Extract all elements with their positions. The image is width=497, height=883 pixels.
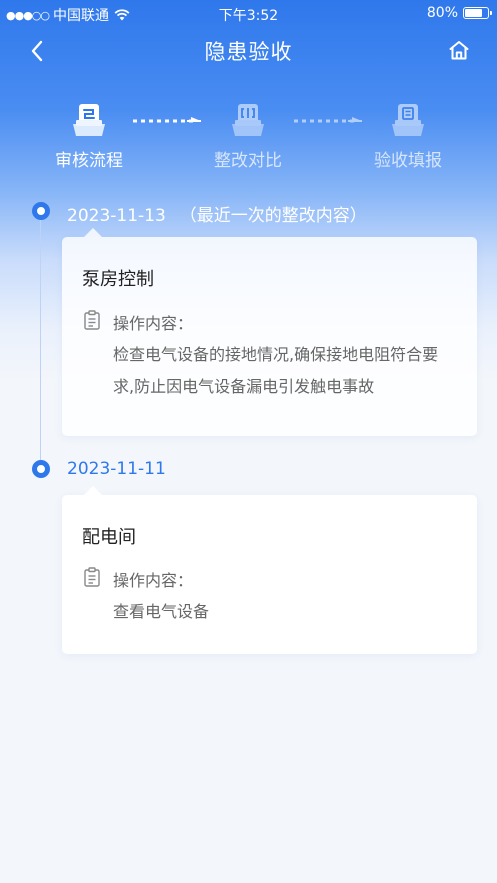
timeline-dot: [32, 202, 50, 220]
card-title: 泵房控制: [82, 269, 154, 290]
step-label: 审核流程: [55, 151, 123, 171]
page-title: 隐患验收: [204, 40, 293, 64]
battery-percent: 80%: [426, 5, 458, 21]
step-arrow-icon: [133, 117, 201, 123]
timeline-date-text: 2023-11-11: [67, 459, 166, 479]
nav-bar: 隐患验收: [0, 28, 497, 72]
timeline-date: 2023-11-11: [67, 459, 180, 479]
operation-content: 检查电气设备的接地情况,确保接地电阻符合要求,防止因电气设备漏电引发触电事故: [113, 345, 439, 396]
timeline-dot: [32, 460, 50, 478]
card-pointer: [84, 486, 102, 495]
timeline-note: （最近一次的整改内容）: [179, 206, 367, 226]
timeline-card[interactable]: 配电间 操作内容： 查看电气设备: [62, 486, 477, 654]
step-indicator: 审核流程 整改对比 验收填报: [0, 100, 497, 180]
operation-content: 查看电气设备: [113, 602, 210, 621]
timeline-date-text: 2023-11-13: [67, 206, 166, 226]
timeline-card[interactable]: 泵房控制 操作内容： 检查电气设备的接地情况,确保接地电阻符合要求,防止因电气设…: [62, 228, 477, 436]
status-right: 80%: [426, 5, 492, 21]
battery-icon: [463, 7, 492, 19]
step-compare[interactable]: 整改对比: [198, 100, 298, 171]
step-arrow-icon: [294, 117, 362, 123]
status-time: 下午3:52: [218, 8, 279, 24]
operation-label: 操作内容：: [113, 314, 194, 333]
step-form-fill[interactable]: 验收填报: [358, 100, 458, 171]
home-button[interactable]: [445, 36, 473, 64]
timeline-date: 2023-11-13 （最近一次的整改内容）: [67, 201, 367, 226]
card-pointer: [84, 228, 102, 237]
document-icon: [84, 310, 100, 330]
timeline-line: [40, 212, 41, 468]
step-label: 验收填报: [374, 151, 442, 171]
step-review-flow[interactable]: 审核流程: [39, 100, 139, 171]
battery-fill: [465, 9, 483, 17]
step-label: 整改对比: [214, 151, 282, 171]
compare-icon: [232, 104, 264, 136]
operation-label: 操作内容：: [113, 571, 194, 590]
home-icon: [449, 41, 469, 60]
document-icon: [84, 567, 100, 587]
status-bar: ●●●○○ 中国联通 下午3:52 80%: [0, 0, 497, 28]
card-title: 配电间: [82, 527, 136, 548]
review-flow-icon: [73, 104, 105, 136]
form-fill-icon: [392, 104, 424, 136]
